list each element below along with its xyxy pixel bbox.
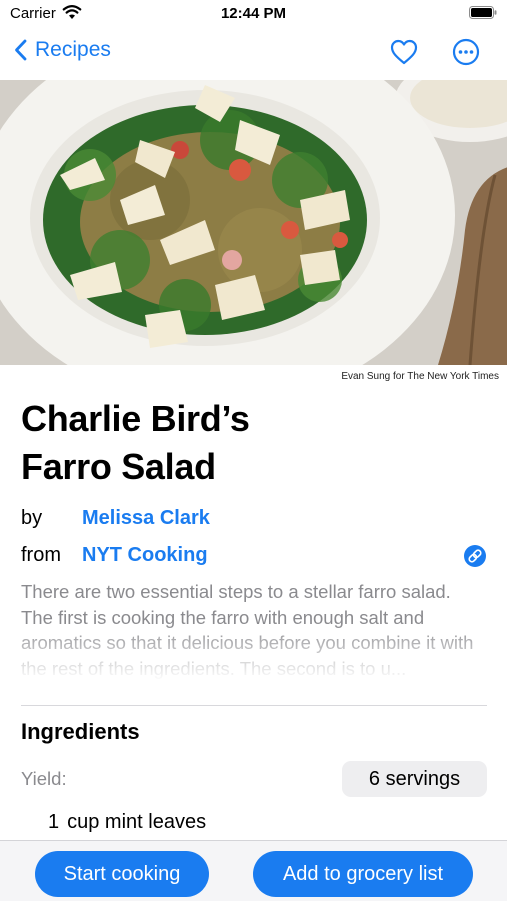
chevron-left-icon <box>15 39 27 61</box>
ingredient-item: 1 cup mint leaves <box>48 811 206 834</box>
heart-icon[interactable] <box>390 39 418 65</box>
ingredient-text: cup mint leaves <box>67 811 207 833</box>
link-icon <box>468 549 482 563</box>
author-link[interactable]: Melissa Clark <box>82 507 210 530</box>
back-button[interactable]: Recipes <box>14 38 111 62</box>
description-block[interactable]: There are two essential steps to a stell… <box>21 579 486 681</box>
servings-button[interactable]: 6 servings <box>342 761 487 797</box>
ingredient-quantity: 1 <box>48 811 60 833</box>
clock: 12:44 PM <box>220 5 287 22</box>
ingredients-heading: Ingredients <box>21 719 140 744</box>
recipe-title: Charlie Bird’s Farro Salad <box>21 395 481 491</box>
source-row: from NYT Cooking <box>21 544 208 567</box>
photo-credit: Evan Sung for The New York Times <box>341 371 499 382</box>
bottom-toolbar: Start cooking Add to grocery list <box>0 840 507 901</box>
recipe-title-line-1: Charlie Bird’s <box>21 398 250 439</box>
navigation-bar: Recipes <box>0 28 507 80</box>
yield-label: Yield: <box>21 768 67 789</box>
by-label: by <box>21 507 43 529</box>
more-icon[interactable] <box>452 38 480 66</box>
start-cooking-button[interactable]: Start cooking <box>35 851 209 897</box>
recipe-photo <box>0 80 507 365</box>
back-label: Recipes <box>35 38 111 61</box>
link-button[interactable] <box>464 545 486 567</box>
author-row: by Melissa Clark <box>21 507 210 530</box>
description-fade <box>21 623 486 681</box>
status-bar: Carrier 12:44 PM <box>0 0 507 28</box>
divider <box>21 705 487 706</box>
source-link[interactable]: NYT Cooking <box>82 544 208 567</box>
add-to-grocery-list-button[interactable]: Add to grocery list <box>253 851 473 897</box>
recipe-title-line-2: Farro Salad <box>21 446 216 487</box>
battery-icon <box>469 6 497 19</box>
salad-illustration <box>0 80 507 365</box>
from-label: from <box>21 544 61 566</box>
